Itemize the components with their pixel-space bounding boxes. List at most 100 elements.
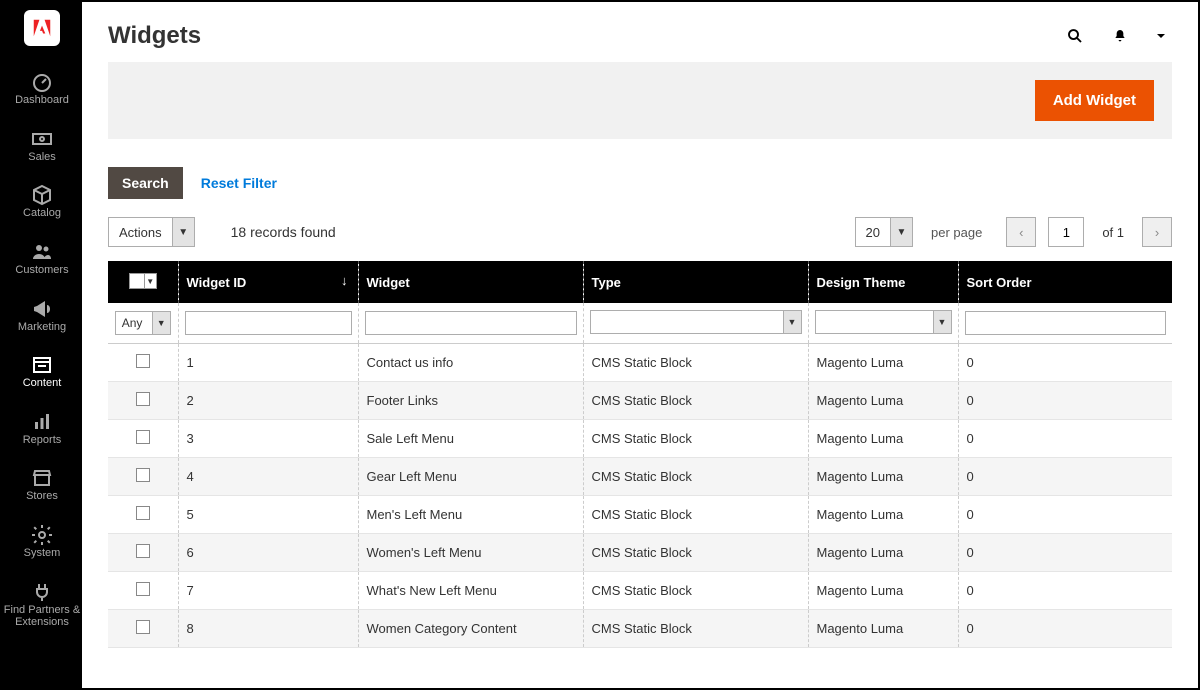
nav-label: Content: [2, 377, 82, 390]
widgets-table: ▼ Widget ID↓ Widget Type Design Theme So…: [108, 261, 1172, 648]
caret-down-icon: ▼: [783, 311, 801, 333]
cell-sort: 0: [958, 382, 1172, 420]
bar-chart-icon: [30, 410, 54, 430]
row-checkbox[interactable]: [136, 468, 150, 482]
nav-content[interactable]: Content: [2, 343, 82, 400]
per-page-select[interactable]: 20 ▼: [855, 217, 913, 247]
actions-dropdown[interactable]: Actions ▼: [108, 217, 195, 247]
megaphone-icon: [30, 297, 54, 317]
cell-theme: Magento Luma: [808, 610, 958, 648]
page-input[interactable]: [1048, 217, 1084, 247]
user-menu-caret[interactable]: [1156, 31, 1166, 41]
cell-type: CMS Static Block: [583, 610, 808, 648]
filter-type-select[interactable]: ▼: [590, 310, 802, 334]
cell-sort: 0: [958, 572, 1172, 610]
cell-id: 3: [178, 420, 358, 458]
nav-sales[interactable]: Sales: [2, 117, 82, 174]
filter-any-select[interactable]: Any ▼: [115, 311, 171, 335]
nav-marketing[interactable]: Marketing: [2, 287, 82, 344]
row-checkbox[interactable]: [136, 392, 150, 406]
cell-sort: 0: [958, 458, 1172, 496]
table-row[interactable]: 1Contact us infoCMS Static BlockMagento …: [108, 344, 1172, 382]
cell-type: CMS Static Block: [583, 496, 808, 534]
table-row[interactable]: 2Footer LinksCMS Static BlockMagento Lum…: [108, 382, 1172, 420]
nav-customers[interactable]: Customers: [2, 230, 82, 287]
nav-catalog[interactable]: Catalog: [2, 173, 82, 230]
per-page-label: per page: [931, 225, 982, 240]
row-checkbox[interactable]: [136, 506, 150, 520]
search-icon[interactable]: [1066, 27, 1084, 45]
cell-id: 6: [178, 534, 358, 572]
adobe-logo[interactable]: [24, 10, 60, 46]
page-of-label: of 1: [1102, 225, 1124, 240]
caret-down-icon: ▼: [172, 218, 194, 246]
filter-widget-id[interactable]: [185, 311, 352, 335]
reset-filter-link[interactable]: Reset Filter: [201, 175, 277, 191]
nav-dashboard[interactable]: Dashboard: [2, 60, 82, 117]
bell-icon[interactable]: [1112, 28, 1128, 44]
row-checkbox[interactable]: [136, 354, 150, 368]
gear-icon: [30, 523, 54, 543]
filter-sort-order[interactable]: [965, 311, 1167, 335]
nav-label: Catalog: [2, 207, 82, 220]
row-checkbox[interactable]: [136, 430, 150, 444]
cell-id: 4: [178, 458, 358, 496]
th-widget-id[interactable]: Widget ID↓: [178, 261, 358, 303]
main-content: Widgets Add Widget Search Reset Filter A…: [82, 2, 1198, 688]
table-row[interactable]: 6Women's Left MenuCMS Static BlockMagent…: [108, 534, 1172, 572]
search-button[interactable]: Search: [108, 167, 183, 199]
th-type[interactable]: Type: [583, 261, 808, 303]
table-row[interactable]: 8Women Category ContentCMS Static BlockM…: [108, 610, 1172, 648]
table-row[interactable]: 5Men's Left MenuCMS Static BlockMagento …: [108, 496, 1172, 534]
cell-sort: 0: [958, 420, 1172, 458]
cell-theme: Magento Luma: [808, 458, 958, 496]
nav-system[interactable]: System: [2, 513, 82, 570]
row-checkbox[interactable]: [136, 620, 150, 634]
cell-theme: Magento Luma: [808, 420, 958, 458]
th-sort[interactable]: Sort Order: [958, 261, 1172, 303]
cell-type: CMS Static Block: [583, 344, 808, 382]
nav-stores[interactable]: Stores: [2, 456, 82, 513]
cell-theme: Magento Luma: [808, 572, 958, 610]
prev-page-button[interactable]: ‹: [1006, 217, 1036, 247]
sidebar: Dashboard Sales Catalog Customers Market…: [2, 2, 82, 688]
cell-type: CMS Static Block: [583, 382, 808, 420]
cash-icon: [30, 127, 54, 147]
caret-down-icon: ▼: [152, 312, 170, 334]
cell-type: CMS Static Block: [583, 420, 808, 458]
cell-sort: 0: [958, 534, 1172, 572]
row-checkbox[interactable]: [136, 544, 150, 558]
add-widget-button[interactable]: Add Widget: [1035, 80, 1154, 121]
cell-id: 1: [178, 344, 358, 382]
cell-sort: 0: [958, 496, 1172, 534]
sort-down-icon: ↓: [341, 273, 348, 288]
cell-widget: What's New Left Menu: [358, 572, 583, 610]
records-count: 18 records found: [231, 224, 336, 240]
row-checkbox[interactable]: [136, 582, 150, 596]
filter-widget-name[interactable]: [365, 311, 577, 335]
action-bar: Add Widget: [108, 62, 1172, 139]
nav-label: Customers: [2, 264, 82, 277]
gauge-icon: [30, 70, 54, 90]
cell-theme: Magento Luma: [808, 534, 958, 572]
caret-down-icon: ▼: [890, 218, 912, 246]
cell-type: CMS Static Block: [583, 458, 808, 496]
cell-type: CMS Static Block: [583, 534, 808, 572]
cell-id: 2: [178, 382, 358, 420]
filter-theme-select[interactable]: ▼: [815, 310, 952, 334]
th-select-all[interactable]: ▼: [108, 261, 178, 303]
th-widget[interactable]: Widget: [358, 261, 583, 303]
per-page-value: 20: [856, 218, 890, 246]
cell-widget: Gear Left Menu: [358, 458, 583, 496]
content-icon: [30, 353, 54, 373]
nav-label: Marketing: [2, 321, 82, 334]
table-row[interactable]: 3Sale Left MenuCMS Static BlockMagento L…: [108, 420, 1172, 458]
th-theme[interactable]: Design Theme: [808, 261, 958, 303]
table-row[interactable]: 7What's New Left MenuCMS Static BlockMag…: [108, 572, 1172, 610]
next-page-button[interactable]: ›: [1142, 217, 1172, 247]
cell-sort: 0: [958, 610, 1172, 648]
table-row[interactable]: 4Gear Left MenuCMS Static BlockMagento L…: [108, 458, 1172, 496]
cell-widget: Footer Links: [358, 382, 583, 420]
nav-partners[interactable]: Find Partners & Extensions: [2, 570, 82, 639]
nav-reports[interactable]: Reports: [2, 400, 82, 457]
